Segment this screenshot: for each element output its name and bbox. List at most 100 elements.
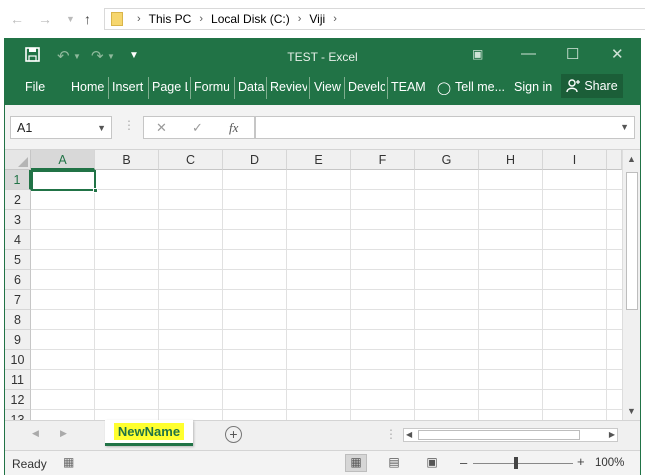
column-header-c[interactable]: C	[159, 150, 223, 170]
insert-function-icon[interactable]: fx	[229, 120, 238, 136]
row-header-10[interactable]: 10	[5, 350, 31, 370]
worksheet-grid[interactable]: A B C D E F G H I 1 2 3 4 5 6 7 8 9 10 1…	[5, 150, 622, 420]
tab-data[interactable]: Data	[238, 80, 268, 94]
horizontal-scroll-thumb[interactable]	[418, 430, 580, 440]
enter-check-icon[interactable]: ✓	[192, 120, 203, 136]
tab-insert[interactable]: Insert	[112, 80, 147, 94]
row-header-13[interactable]: 13	[5, 410, 31, 420]
chevron-right-icon[interactable]: ›	[298, 13, 302, 25]
column-header-g[interactable]: G	[415, 150, 479, 170]
scroll-right-icon[interactable]: ▶	[609, 430, 615, 439]
close-icon[interactable]: ✕	[611, 45, 624, 63]
breadcrumb-this-pc[interactable]: This PC	[149, 12, 192, 26]
zoom-level[interactable]: 100%	[595, 457, 624, 469]
ribbon-tabs: File Home Insert Page L Formu Data Revie…	[5, 71, 640, 105]
more-options-icon[interactable]: ⋮	[123, 118, 135, 132]
share-button[interactable]: Share	[561, 74, 623, 98]
sheet-tab-bar: ◀ ▶ NewName + ⋮ ◀ ▶	[5, 420, 640, 450]
chevron-right-icon[interactable]: ›	[199, 13, 203, 25]
tab-formulas[interactable]: Formu	[194, 80, 229, 94]
formula-bar-area: A1 ▼ ⋮ ✕ ✓ fx ▼	[5, 105, 640, 150]
lightbulb-icon[interactable]: ◯	[437, 80, 451, 95]
select-all-corner[interactable]	[5, 150, 31, 170]
cancel-icon[interactable]: ✕	[156, 120, 167, 136]
zoom-slider-knob[interactable]	[514, 457, 518, 469]
column-header-d[interactable]: D	[223, 150, 287, 170]
up-arrow-icon[interactable]: ↑	[84, 11, 91, 27]
row-header-2[interactable]: 2	[5, 190, 31, 210]
row-header-7[interactable]: 7	[5, 290, 31, 310]
status-text: Ready	[12, 457, 47, 471]
sheet-tab-active[interactable]: NewName	[105, 420, 193, 446]
chevron-right-icon[interactable]: ›	[137, 13, 141, 25]
tab-review[interactable]: Reviev	[270, 80, 307, 94]
column-header-partial[interactable]	[607, 150, 622, 170]
recent-locations-chevron-icon[interactable]: ▼	[66, 14, 75, 24]
column-header-i[interactable]: I	[543, 150, 607, 170]
row-header-12[interactable]: 12	[5, 390, 31, 410]
row-header-1[interactable]: 1	[5, 170, 31, 190]
fill-handle[interactable]	[93, 188, 98, 193]
normal-view-icon[interactable]: ▦	[345, 454, 367, 472]
cell-area[interactable]	[31, 170, 622, 420]
breadcrumb-local-disk[interactable]: Local Disk (C:)	[211, 12, 290, 26]
page-break-preview-icon[interactable]: ▣	[421, 454, 443, 472]
sheet-tab-label: NewName	[113, 423, 185, 440]
excel-window: ↶ ▼ ↷ ▼ ▼ TEST - Excel ▣ — ☐ ✕ File Home…	[4, 38, 641, 475]
address-bar[interactable]: › This PC › Local Disk (C:) › Viji ›	[104, 8, 645, 30]
row-header-5[interactable]: 5	[5, 250, 31, 270]
active-cell-a1[interactable]	[31, 170, 96, 191]
sign-in-link[interactable]: Sign in	[514, 80, 552, 94]
tab-separator	[309, 77, 310, 99]
row-header-4[interactable]: 4	[5, 230, 31, 250]
row-header-6[interactable]: 6	[5, 270, 31, 290]
chevron-down-icon[interactable]: ▼	[97, 123, 106, 133]
tab-home[interactable]: Home	[71, 80, 107, 94]
macro-recording-icon[interactable]: ▦	[63, 455, 74, 469]
tell-me-search[interactable]: Tell me...	[455, 80, 513, 94]
formula-input[interactable]: ▼	[255, 116, 635, 139]
zoom-in-icon[interactable]: +	[577, 454, 585, 469]
horizontal-scrollbar[interactable]: ◀ ▶	[403, 428, 618, 442]
minimize-icon[interactable]: —	[521, 45, 536, 62]
vertical-scroll-thumb[interactable]	[626, 172, 638, 310]
name-box[interactable]: A1 ▼	[10, 116, 112, 139]
ribbon-display-options-icon[interactable]: ▣	[472, 47, 483, 61]
breadcrumb-viji[interactable]: Viji	[309, 12, 325, 26]
column-header-h[interactable]: H	[479, 150, 543, 170]
zoom-out-icon[interactable]: –	[460, 455, 467, 470]
chevron-right-icon[interactable]: ›	[333, 13, 337, 25]
tab-page-layout[interactable]: Page L	[152, 80, 188, 94]
forward-arrow-icon[interactable]: →	[38, 11, 52, 27]
scroll-sheets-left-icon[interactable]: ◀	[32, 428, 39, 439]
title-bar: ↶ ▼ ↷ ▼ ▼ TEST - Excel ▣ — ☐ ✕	[5, 39, 640, 71]
column-header-a[interactable]: A	[31, 150, 95, 170]
row-header-8[interactable]: 8	[5, 310, 31, 330]
page-layout-view-icon[interactable]: ▤	[383, 454, 405, 472]
tab-view[interactable]: View	[314, 80, 342, 94]
person-icon	[566, 79, 581, 93]
window-title: TEST - Excel	[287, 50, 358, 64]
column-header-f[interactable]: F	[351, 150, 415, 170]
scroll-up-icon[interactable]: ▲	[627, 154, 636, 164]
expand-formula-bar-icon[interactable]: ▼	[620, 122, 629, 132]
column-header-e[interactable]: E	[287, 150, 351, 170]
scroll-left-icon[interactable]: ◀	[406, 430, 412, 439]
vertical-scrollbar[interactable]: ▲ ▼	[622, 150, 640, 420]
tab-developer[interactable]: Develc	[348, 80, 385, 94]
row-header-3[interactable]: 3	[5, 210, 31, 230]
add-sheet-icon[interactable]: +	[225, 426, 242, 443]
maximize-icon[interactable]: ☐	[566, 45, 579, 63]
back-arrow-icon[interactable]: ←	[10, 11, 24, 27]
formula-buttons: ✕ ✓ fx	[143, 116, 255, 139]
tab-team[interactable]: TEAM	[391, 80, 427, 94]
tab-file[interactable]: File	[25, 80, 55, 94]
scroll-sheets-right-icon[interactable]: ▶	[60, 428, 67, 439]
tab-separator	[387, 77, 388, 99]
more-options-icon[interactable]: ⋮	[385, 427, 397, 441]
scroll-down-icon[interactable]: ▼	[627, 406, 636, 416]
row-header-9[interactable]: 9	[5, 330, 31, 350]
column-header-b[interactable]: B	[95, 150, 159, 170]
row-header-11[interactable]: 11	[5, 370, 31, 390]
zoom-slider[interactable]	[473, 463, 573, 464]
